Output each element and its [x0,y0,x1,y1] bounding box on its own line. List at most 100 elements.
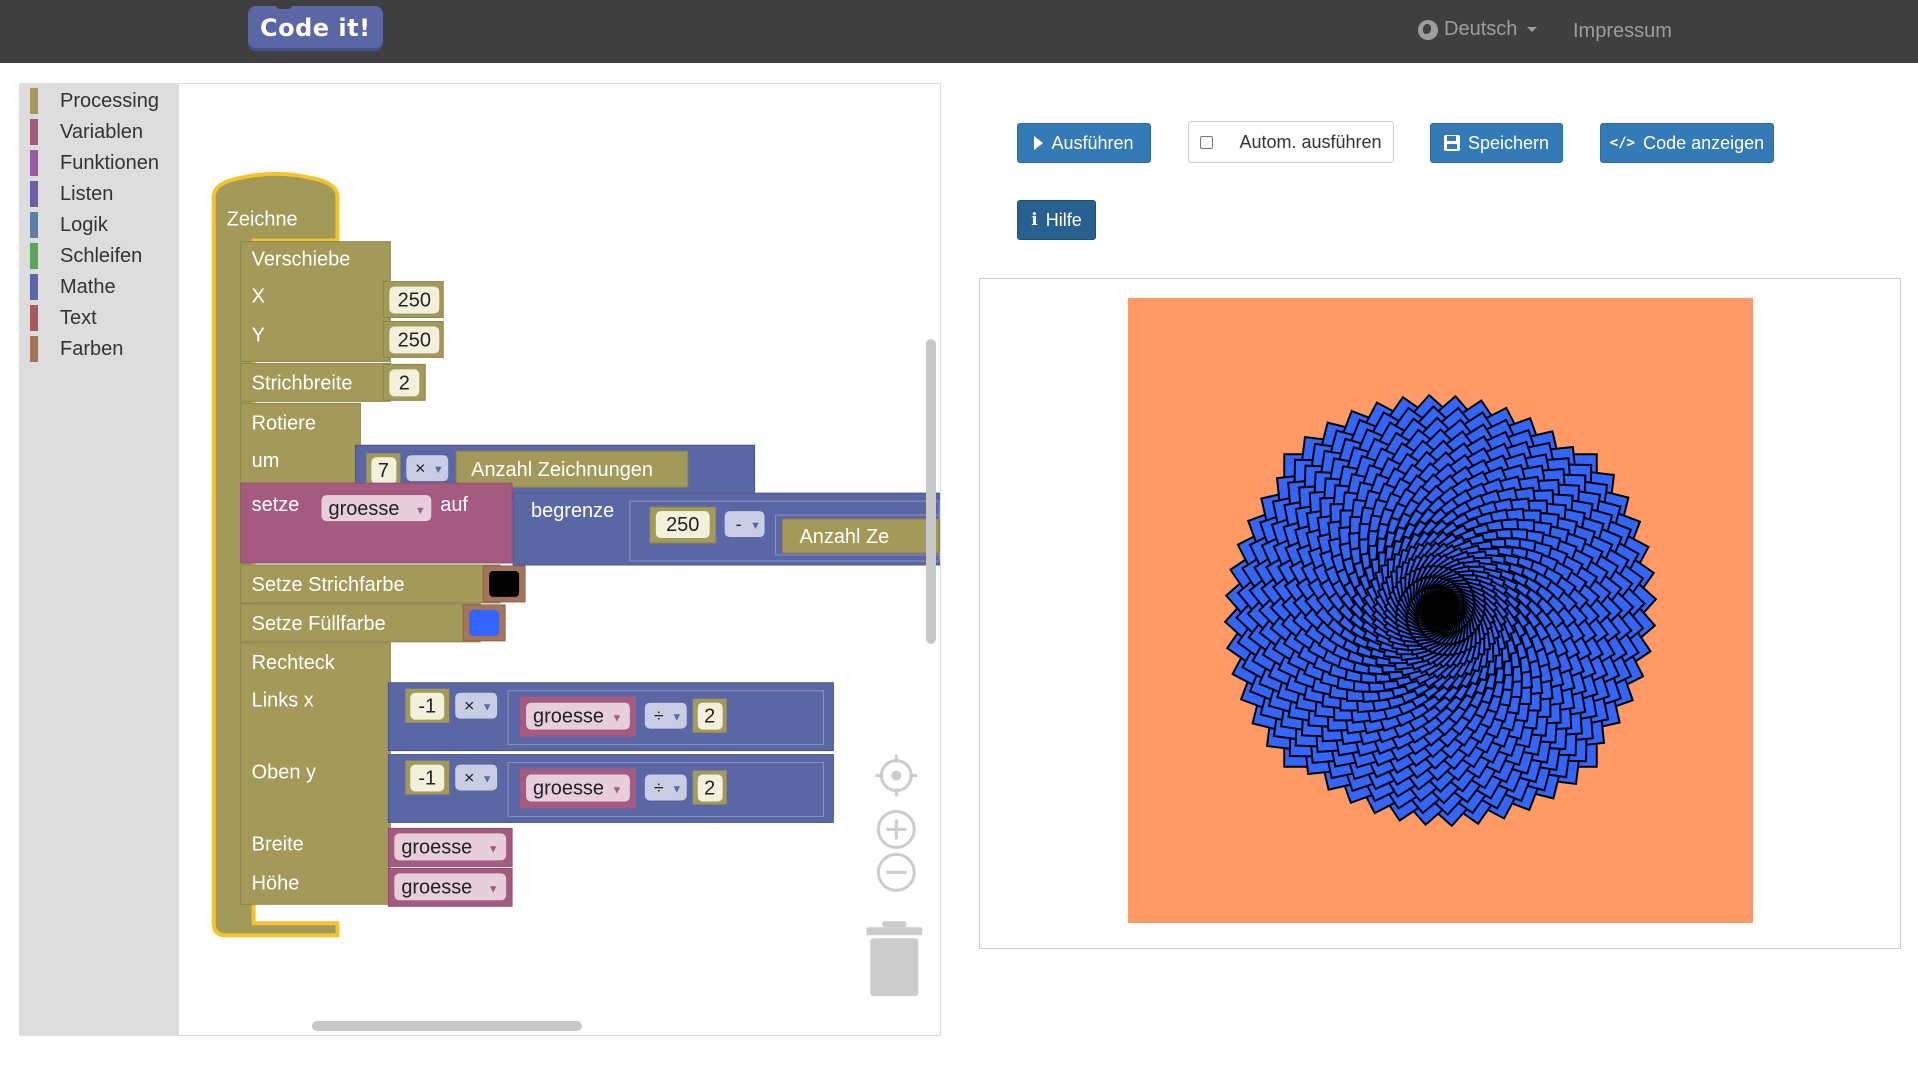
stroke-color-block[interactable]: Setze Strichfarbe [240,564,526,604]
save-icon [1443,135,1460,151]
constrain-label: begrenze [531,500,614,522]
dropdown-arrow-icon: ▼ [611,785,622,797]
draw-block-label: Zeichne [227,209,298,231]
toolbox-category-processing[interactable]: Processing [30,87,159,115]
rect-y-div-value: ÷ [654,778,664,798]
rect-label: Rechteck [252,652,335,674]
blockly-workspace[interactable]: Processing Variablen Funktionen Listen L… [19,83,941,1036]
toolbox-category-mathe[interactable]: Mathe [30,273,116,301]
run-button-label: Ausführen [1051,132,1134,153]
show-code-button-label: Code anzeigen [1643,132,1765,153]
stroke-weight-label: Strichbreite [252,372,353,394]
dropdown-arrow-icon: ▼ [750,520,761,532]
category-color [30,336,38,362]
toolbox-category-logik[interactable]: Logik [30,211,108,239]
rect-y-neg-value: -1 [418,768,436,790]
constrain-value: 250 [666,514,699,536]
rect-y-mul-value: × [464,768,474,788]
category-label: Schleifen [60,244,143,267]
auto-run-checkbox[interactable] [1200,135,1214,149]
toolbox-category-farben[interactable]: Farben [30,335,123,363]
category-label: Funktionen [60,151,159,174]
toolbox-category-funktionen[interactable]: Funktionen [30,149,159,177]
category-label: Listen [60,182,114,205]
logo-notch [276,4,292,9]
auto-run-label: Autom. ausführen [1239,131,1382,152]
category-color [30,212,38,238]
blocks-canvas[interactable]: Zeichne Verschiebe X Y 250 250 Strichbre… [180,84,940,1035]
stroke-weight-block[interactable]: Strichbreite 2 [240,362,426,402]
rect-height-label: Höhe [252,872,300,894]
horizontal-scrollbar[interactable] [312,1021,582,1031]
toolbox-category-variablen[interactable]: Variablen [30,118,143,146]
rect-x-neg-value: -1 [418,696,436,718]
sketch-square [1438,608,1443,613]
category-label: Farben [60,337,124,360]
rect-block[interactable]: Rechteck Links x Oben y Breite Höhe -1 ×… [240,642,834,907]
language-dropdown[interactable]: Deutsch [1418,18,1538,41]
translate-x-value: 250 [398,290,431,312]
toolbox-category-text[interactable]: Text [30,304,97,332]
dropdown-arrow-icon: ▼ [671,712,682,724]
rect-x-mul-value: × [464,696,474,716]
app-logo[interactable]: Code it! [248,6,383,51]
save-button-label: Speichern [1467,132,1550,153]
category-color [30,150,38,176]
dropdown-arrow-icon: ▼ [433,464,444,476]
rotate-op-value: × [415,458,425,478]
toolbox-category-listen[interactable]: Listen [30,180,113,208]
set-label: setze [252,494,300,516]
help-button-label: Hilfe [1045,209,1082,230]
dropdown-arrow-icon: ▼ [482,702,493,714]
rotate-factor-value: 7 [378,460,389,482]
dropdown-arrow-icon: ▼ [488,883,499,895]
rect-y-two-value: 2 [704,778,715,800]
constrain-variable: Anzahl Ze [799,526,889,548]
language-label: Deutsch [1444,18,1518,40]
auto-run-toggle[interactable]: Autom. ausführen [1188,121,1394,163]
stroke-color-label: Setze Strichfarbe [252,574,405,596]
caret-down-icon [1527,27,1538,32]
info-icon: i [1031,210,1038,230]
sketch-canvas[interactable] [1128,298,1753,923]
rect-width-label: Breite [252,833,304,855]
fill-color-block[interactable]: Setze Füllfarbe [240,603,506,643]
save-button[interactable]: Speichern [1430,123,1563,163]
category-color [30,119,38,145]
help-button[interactable]: i Hilfe [1017,200,1096,240]
translate-block[interactable]: Verschiebe X Y 250 250 [240,241,444,362]
rect-x-two-value: 2 [704,706,715,728]
stroke-color-swatch[interactable] [489,570,520,597]
rect-height-var: groesse [401,876,472,898]
zoom-out-icon[interactable] [876,852,916,892]
rect-y-var: groesse [533,778,604,800]
dropdown-arrow-icon: ▼ [611,713,622,725]
top-navbar: Code it! Deutsch Impressum [0,0,1918,63]
rotate-variable: Anzahl Zeichnungen [471,459,653,481]
set-variable-name: groesse [328,498,399,520]
trash-icon[interactable] [866,921,923,997]
impressum-link[interactable]: Impressum [1573,20,1672,43]
zoom-in-icon[interactable] [876,809,916,849]
stroke-weight-value: 2 [399,372,410,394]
toolbox-category-schleifen[interactable]: Schleifen [30,242,142,270]
rotate-um-label: um [252,450,280,472]
globe-icon [1418,19,1438,40]
dropdown-arrow-icon: ▼ [415,505,426,517]
fill-color-swatch[interactable] [469,609,500,636]
category-label: Text [60,306,97,329]
rect-y-label: Oben y [252,762,316,784]
run-button[interactable]: Ausführen [1017,123,1151,163]
translate-y-value: 250 [398,329,431,351]
vertical-scrollbar[interactable] [926,339,936,644]
set-variable-block[interactable]: setze groesse ▼ auf begrenze 250 - ▼ Anz… [240,482,940,566]
recenter-icon[interactable] [875,754,918,797]
toolbox: Processing Variablen Funktionen Listen L… [20,84,179,1035]
category-label: Processing [60,89,159,112]
set-auf-label: auf [440,494,468,516]
play-icon [1034,136,1044,150]
fill-color-label: Setze Füllfarbe [252,613,386,635]
translate-y-label: Y [252,324,265,346]
show-code-button[interactable]: </> Code anzeigen [1600,123,1774,163]
rect-width-var: groesse [401,836,472,858]
